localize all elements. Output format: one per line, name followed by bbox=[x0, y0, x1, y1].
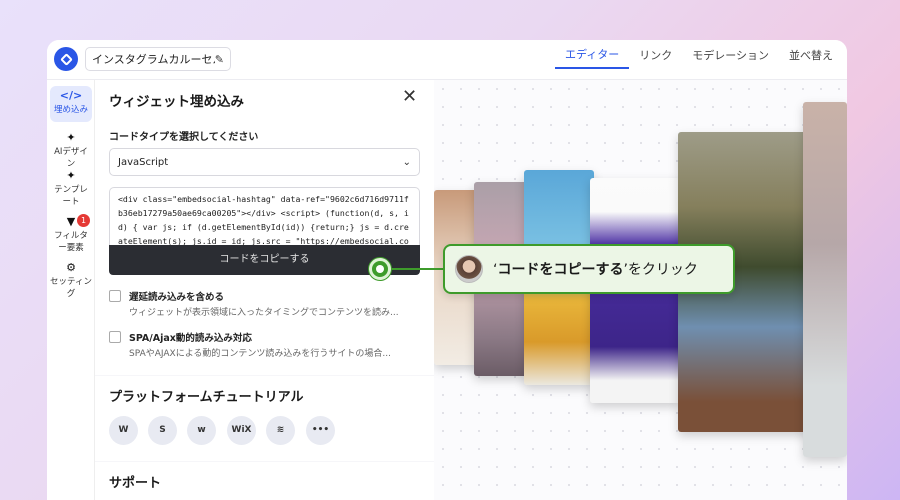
option-title: 遅延読み込みを含める bbox=[129, 292, 225, 303]
wix-icon[interactable]: WiX bbox=[227, 416, 256, 445]
widget-title-text: インスタグラムカルーセル bbox=[92, 53, 215, 66]
code-type-value: JavaScript bbox=[118, 156, 169, 168]
top-tabs: エディター リンク モデレーション 並べ替え ソー bbox=[555, 40, 847, 80]
top-bar: インスタグラムカルーセル ✎ エディター リンク モデレーション 並べ替え ソー bbox=[47, 40, 847, 80]
instruction-callout: ‘コードをコピーする’をクリック bbox=[443, 244, 735, 294]
callout-text: ‘コードをコピーする’をクリック bbox=[493, 262, 698, 278]
gear-icon: ⚙ bbox=[66, 261, 76, 274]
sidebar-item-settings[interactable]: ⚙ セッティング bbox=[50, 262, 92, 300]
embed-code-box[interactable]: <div class="embedsocial-hashtag" data-re… bbox=[109, 187, 420, 245]
platform-tutorial-section: プラットフォームチュートリアル W S w WiX ≋ ••• bbox=[95, 376, 434, 461]
carousel-photo[interactable] bbox=[803, 102, 847, 457]
section-title: プラットフォームチュートリアル bbox=[109, 390, 304, 405]
avatar bbox=[455, 255, 483, 283]
sidebar-item-label: AIデザイン bbox=[54, 147, 88, 169]
sidebar-item-embed[interactable]: </> 埋め込み bbox=[50, 86, 92, 122]
option-description: ウィジェットが表示領域に入ったタイミングでコンテンツを読み... bbox=[129, 308, 399, 318]
sidebar-item-label: フィルター要素 bbox=[54, 231, 88, 253]
sidebar-item-label: テンプレート bbox=[54, 185, 88, 207]
shopify-icon[interactable]: S bbox=[148, 416, 177, 445]
chevron-down-icon: ⌄ bbox=[402, 156, 411, 168]
option-title: SPA/Ajax動的読み込み対応 bbox=[129, 333, 252, 344]
webflow-icon[interactable]: w bbox=[187, 416, 216, 445]
sidebar-item-label: セッティング bbox=[50, 277, 92, 299]
wordpress-icon[interactable]: W bbox=[109, 416, 138, 445]
sidebar-item-ai-design[interactable]: ✦ AIデザイン bbox=[50, 132, 92, 170]
app-logo-icon[interactable] bbox=[54, 47, 78, 71]
code-type-select[interactable]: JavaScript ⌄ bbox=[109, 148, 420, 176]
sidebar-item-label: 埋め込み bbox=[53, 105, 88, 115]
callout-target-dot bbox=[369, 258, 391, 280]
sidebar: </> 埋め込み ✦ AIデザイン ✦ テンプレート ▼ 1 フィルター要素 ⚙… bbox=[47, 80, 95, 500]
widget-title-field[interactable]: インスタグラムカルーセル ✎ bbox=[85, 47, 231, 71]
sidebar-item-filters[interactable]: ▼ 1 フィルター要素 bbox=[50, 214, 92, 254]
squarespace-icon[interactable]: ≋ bbox=[266, 416, 295, 445]
close-icon[interactable]: ✕ bbox=[402, 86, 417, 107]
embed-panel: ウィジェット埋め込み ✕ コードタイプを選択してください JavaScript … bbox=[95, 80, 434, 500]
section-title: サポート bbox=[109, 476, 162, 491]
tab-sort[interactable]: 並べ替え bbox=[779, 40, 843, 80]
code-type-label: コードタイプを選択してください bbox=[109, 132, 259, 143]
tab-more[interactable]: ソー bbox=[843, 40, 847, 80]
callout-connector bbox=[390, 268, 445, 270]
panel-title: ウィジェット埋め込み bbox=[109, 94, 244, 110]
more-icon[interactable]: ••• bbox=[306, 416, 335, 445]
tab-link[interactable]: リンク bbox=[629, 40, 682, 80]
tab-editor[interactable]: エディター bbox=[555, 40, 630, 69]
pencil-icon[interactable]: ✎ bbox=[215, 53, 224, 66]
sparkle-icon: ✦ bbox=[66, 131, 76, 144]
embed-section: ウィジェット埋め込み ✕ コードタイプを選択してください JavaScript … bbox=[95, 80, 434, 375]
spa-ajax-checkbox[interactable] bbox=[109, 331, 121, 343]
sparkles-icon: ✦ bbox=[66, 169, 76, 182]
sidebar-item-templates[interactable]: ✦ テンプレート bbox=[50, 170, 92, 208]
lazy-load-checkbox[interactable] bbox=[109, 290, 121, 302]
support-section: サポート bbox=[95, 462, 434, 500]
callout-highlight: コードをコピーする bbox=[497, 262, 624, 278]
tab-moderation[interactable]: モデレーション bbox=[682, 40, 779, 80]
filter-count-badge: 1 bbox=[77, 214, 90, 227]
option-description: SPAやAJAXによる動的コンテンツ読み込みを行うサイトの場合... bbox=[129, 349, 392, 359]
code-icon: </> bbox=[59, 89, 83, 102]
